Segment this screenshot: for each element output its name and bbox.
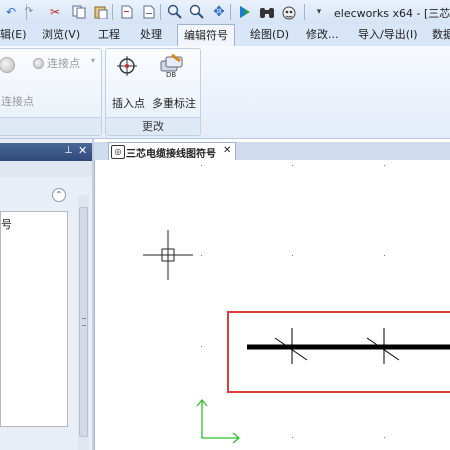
ribbon-group-modify: DB 插入点 多重标注 更改: [105, 48, 201, 136]
chevron-down-icon: ▾: [91, 56, 96, 65]
symbol-tree[interactable]: 号: [0, 211, 68, 427]
scanner-icon[interactable]: [280, 3, 298, 21]
close-tab-icon[interactable]: ✕: [223, 145, 231, 156]
connect-point-button-small[interactable]: 连接点: [47, 55, 80, 71]
forward-icon[interactable]: [236, 3, 254, 21]
panel-section-header: ⌃: [0, 181, 72, 202]
tab-import-export[interactable]: 导入/导出(I): [358, 24, 418, 46]
group-label-modify: 更改: [106, 117, 200, 135]
panel-header: ⊥ ✕: [0, 143, 92, 161]
toolbar-separator: [112, 4, 113, 20]
tab-process[interactable]: 处理: [140, 24, 162, 46]
group-label: [0, 117, 101, 135]
toolbar-separator: [304, 4, 305, 20]
connection-point-icon: [0, 57, 15, 73]
pan-icon[interactable]: ✥: [210, 3, 228, 21]
insert-point-icon: [116, 55, 138, 80]
copy-icon[interactable]: [70, 3, 88, 21]
ribbon-panel: 连接点 ▾ 连接点 DB 插入点 多重标注 更改: [0, 46, 450, 139]
insert-point-button[interactable]: 插入点: [112, 95, 145, 111]
selection-box: [227, 311, 450, 393]
panel-toolbar: [0, 161, 92, 177]
grip-icon: [82, 318, 86, 326]
ucs-axis-icon: [196, 398, 241, 444]
scrollbar-thumb[interactable]: [79, 207, 88, 437]
tree-item[interactable]: 号: [1, 216, 12, 232]
redo-icon[interactable]: ↷: [20, 3, 38, 21]
new-doc-icon[interactable]: [118, 3, 136, 21]
document-tab[interactable]: ◎ 三芯电缆接线图符号 ✕: [108, 142, 236, 160]
tab-view[interactable]: 浏览(V): [42, 24, 80, 46]
vertical-scrollbar[interactable]: [78, 195, 89, 450]
grid-dots: [201, 165, 385, 438]
document-tab-title: 三芯电缆接线图符号: [126, 149, 216, 160]
drawing-canvas[interactable]: [94, 160, 450, 450]
close-icon[interactable]: ✕: [78, 144, 87, 157]
left-dock-panel: ⊥ ✕ ⌃ 号: [0, 139, 92, 450]
multi-annotation-button[interactable]: 多重标注: [152, 95, 196, 111]
binoculars-icon[interactable]: [258, 3, 276, 21]
title-bar: ↶ ↷ ✂ ✥ ▾ elecworks x64 - [三芯电缆: [0, 0, 450, 25]
save-icon[interactable]: [140, 3, 158, 21]
zoom-window-icon[interactable]: [166, 3, 184, 21]
document-tab-bar: ◎ 三芯电缆接线图符号 ✕: [94, 142, 450, 160]
zoom-icon[interactable]: [188, 3, 206, 21]
tab-edit-symbol[interactable]: 编辑符号: [177, 24, 235, 46]
symbol-doc-icon: ◎: [111, 145, 125, 159]
paste-icon[interactable]: [92, 3, 110, 21]
toolbar-separator: [230, 4, 231, 20]
crosshair-cursor: [143, 230, 193, 280]
undo-icon[interactable]: ↶: [2, 3, 20, 21]
connect-point-button[interactable]: 连接点: [1, 93, 34, 109]
multi-annotation-icon: DB: [158, 53, 186, 82]
tab-project[interactable]: 工程: [98, 24, 120, 46]
ribbon-tab-bar: 辑(E) 浏览(V) 工程 处理 编辑符号 绘图(D) 修改... 导入/导出(…: [0, 24, 450, 46]
cut-icon[interactable]: ✂: [46, 3, 64, 21]
collapse-up-icon[interactable]: ⌃: [52, 188, 66, 202]
small-connect-point-icon: [33, 58, 44, 69]
window-title: elecworks x64 - [三芯电缆: [334, 7, 450, 20]
customize-dropdown-icon[interactable]: ▾: [310, 3, 328, 21]
tab-edit[interactable]: 辑(E): [0, 24, 27, 46]
pin-icon[interactable]: ⊥: [64, 145, 73, 156]
tab-draw[interactable]: 绘图(D): [250, 24, 289, 46]
tab-data[interactable]: 数据: [432, 24, 450, 46]
svg-text:DB: DB: [166, 71, 176, 79]
toolbar-separator: [160, 4, 161, 20]
ribbon-group-connection: 连接点 ▾ 连接点: [0, 48, 102, 136]
tab-modify[interactable]: 修改...: [306, 24, 339, 46]
canvas-graphics: [143, 165, 450, 444]
